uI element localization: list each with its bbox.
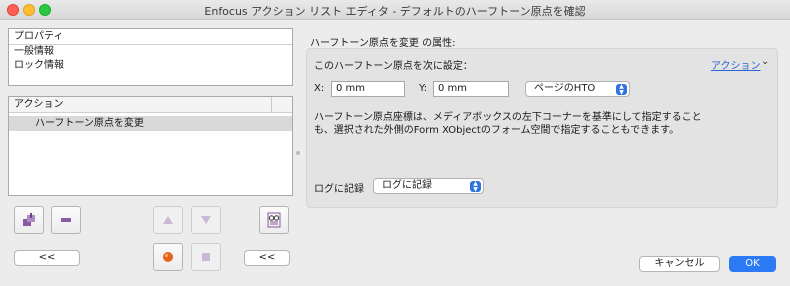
stop-button[interactable]	[191, 243, 221, 271]
record-button[interactable]	[153, 243, 183, 271]
move-down-icon	[201, 216, 211, 224]
x-input[interactable]: 0 mm	[331, 81, 405, 97]
actions-panel: アクション ハーフトーン原点を変更	[8, 96, 293, 196]
stop-icon	[202, 253, 210, 261]
collapse-left-button[interactable]: <<	[14, 250, 80, 266]
preview-button[interactable]	[259, 206, 289, 234]
splitter-handle[interactable]	[296, 151, 300, 155]
y-input[interactable]: 0 mm	[433, 81, 509, 97]
preview-icon	[267, 212, 281, 228]
cancel-button[interactable]: キャンセル	[639, 256, 720, 272]
move-up-icon	[163, 216, 173, 224]
remove-action-button[interactable]	[51, 206, 81, 234]
title-bar: Enfocus アクション リスト エディタ - デフォルトのハーフトーン原点を…	[0, 0, 790, 20]
log-select[interactable]: ログに記録 ▲ ▼	[373, 178, 484, 194]
column-separator[interactable]	[271, 97, 272, 113]
y-label: Y:	[419, 83, 428, 94]
chevron-down-icon[interactable]: ⌄	[761, 56, 769, 67]
actions-header-label: アクション	[14, 99, 64, 110]
record-icon	[163, 252, 173, 262]
select-arrows-icon: ▲ ▼	[470, 181, 481, 192]
actions-header: アクション	[9, 97, 292, 113]
collapse-right-button[interactable]: <<	[244, 250, 290, 266]
origin-select-value: ページのHTO	[534, 83, 596, 94]
properties-panel: プロパティ 一般情報 ロック情報	[8, 28, 293, 86]
window-title: Enfocus アクション リスト エディタ - デフォルトのハーフトーン原点を…	[204, 5, 586, 18]
remove-action-icon	[61, 218, 71, 222]
properties-header: プロパティ	[9, 29, 292, 45]
set-origin-label: このハーフトーン原点を次に設定：	[314, 61, 473, 72]
move-up-button[interactable]	[153, 206, 183, 234]
add-action-icon	[23, 213, 35, 226]
x-label: X:	[314, 83, 325, 94]
action-item-change-halftone-origin[interactable]: ハーフトーン原点を変更	[9, 116, 292, 131]
description-text: ハーフトーン原点座標は、メディアボックスの左下コーナーを基準にして指定することも…	[314, 112, 702, 136]
log-select-value: ログに記録	[382, 180, 432, 191]
origin-select[interactable]: ページのHTO ▲ ▼	[525, 81, 630, 97]
select-arrows-icon: ▲ ▼	[616, 84, 627, 95]
log-label: ログに記録	[314, 184, 364, 195]
attributes-title: ハーフトーン原点を変更 の属性:	[310, 38, 456, 49]
properties-item-general[interactable]: 一般情報	[9, 45, 292, 59]
action-menu-link[interactable]: アクション	[711, 57, 761, 72]
move-down-button[interactable]	[191, 206, 221, 234]
properties-item-lock[interactable]: ロック情報	[9, 59, 292, 73]
ok-button[interactable]: OK	[729, 256, 776, 272]
add-action-button[interactable]	[14, 206, 44, 234]
